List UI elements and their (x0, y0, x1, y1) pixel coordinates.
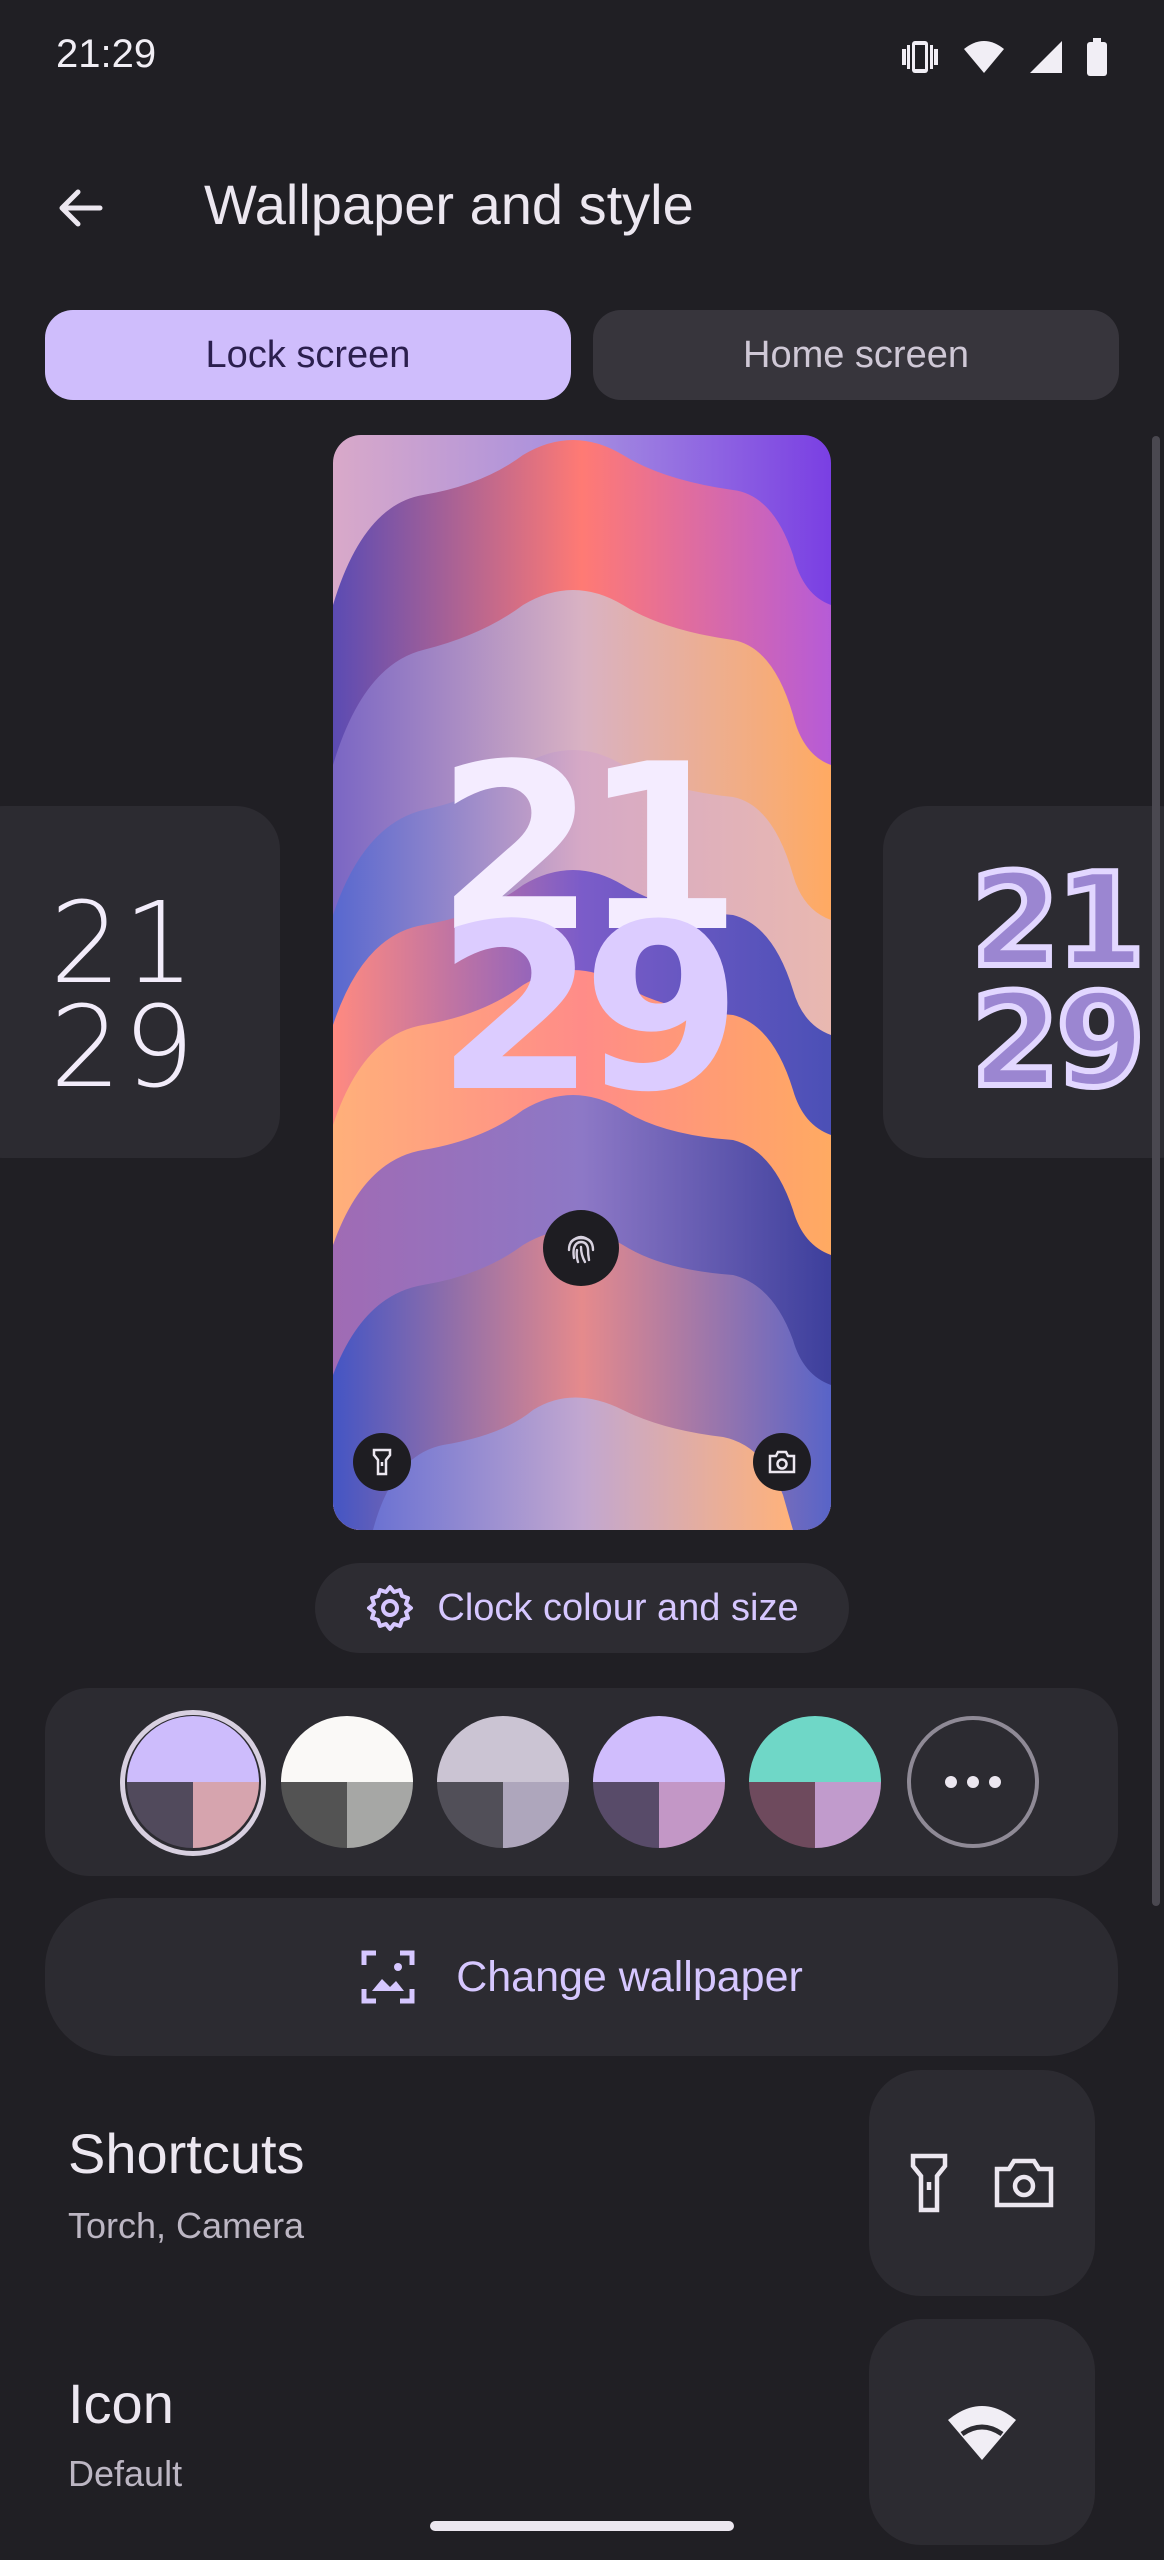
fingerprint-icon (543, 1210, 619, 1286)
swatch-segment (437, 1716, 569, 1782)
color-options (45, 1688, 1118, 1876)
color-swatch[interactable] (437, 1716, 569, 1848)
swatch-segment (503, 1782, 569, 1848)
shortcuts-title: Shortcuts (68, 2122, 305, 2185)
swatch-segment (281, 1782, 347, 1848)
change-wallpaper-button[interactable]: Change wallpaper (45, 1898, 1118, 2056)
clock-colour-size-label: Clock colour and size (437, 1586, 799, 1629)
camera-shortcut-icon (753, 1433, 811, 1491)
icon-title: Icon (68, 2372, 174, 2435)
gesture-bar[interactable] (430, 2521, 734, 2531)
clock-thin-minutes: 29 (50, 983, 197, 1113)
preview-clock-minutes: 29 (435, 876, 742, 1143)
signal-icon (1030, 41, 1062, 73)
swatch-segment (127, 1782, 193, 1848)
wifi-icon (964, 41, 1004, 73)
camera-icon (994, 2158, 1054, 2208)
tab-home-screen[interactable]: Home screen (593, 310, 1119, 400)
swatch-segment (127, 1716, 259, 1782)
status-icons (900, 38, 1108, 76)
color-swatch[interactable] (281, 1716, 413, 1848)
wifi-icon (948, 2406, 1016, 2460)
swatch-segment (347, 1782, 413, 1848)
color-swatch[interactable] (749, 1716, 881, 1848)
battery-icon (1087, 38, 1107, 76)
clock-style-outlined[interactable]: 21 29 (883, 806, 1164, 1158)
swatch-segment (593, 1782, 659, 1848)
icon-subtitle: Default (68, 2453, 183, 2494)
shortcuts-subtitle: Torch, Camera (68, 2205, 305, 2246)
wallpaper-icon (361, 1950, 415, 2004)
vibrate-icon (902, 41, 938, 73)
icon-style-card[interactable] (869, 2319, 1095, 2545)
lock-screen-preview[interactable]: 21 29 (333, 435, 831, 1530)
back-button[interactable] (40, 168, 120, 248)
change-wallpaper-label: Change wallpaper (456, 1952, 803, 2001)
clock-colour-size-button[interactable]: Clock colour and size (315, 1563, 849, 1653)
swatch-segment (659, 1782, 725, 1848)
swatch-segment (593, 1716, 725, 1782)
swatch-segment (749, 1782, 815, 1848)
swatch-segment (749, 1716, 881, 1782)
more-colors-button[interactable] (907, 1716, 1039, 1848)
arrow-back-icon (59, 189, 103, 227)
swatch-segment (815, 1782, 881, 1848)
color-swatch[interactable] (593, 1716, 725, 1848)
status-time: 21:29 (56, 32, 157, 76)
torch-shortcut-icon (353, 1433, 411, 1491)
swatch-segment (281, 1716, 413, 1782)
scrollbar[interactable] (1152, 436, 1160, 1906)
torch-icon (910, 2153, 948, 2213)
tab-lock-screen[interactable]: Lock screen (45, 310, 571, 400)
swatch-segment (193, 1782, 259, 1848)
page-title: Wallpaper and style (204, 173, 694, 236)
shortcuts-card[interactable] (869, 2070, 1095, 2296)
clock-style-thin[interactable]: 21 29 (0, 806, 280, 1158)
color-swatch[interactable] (127, 1716, 259, 1848)
gear-icon (367, 1585, 414, 1631)
clock-outlined-minutes: 29 (968, 967, 1148, 1116)
swatch-segment (437, 1782, 503, 1848)
more-horiz-icon (945, 1776, 1001, 1788)
